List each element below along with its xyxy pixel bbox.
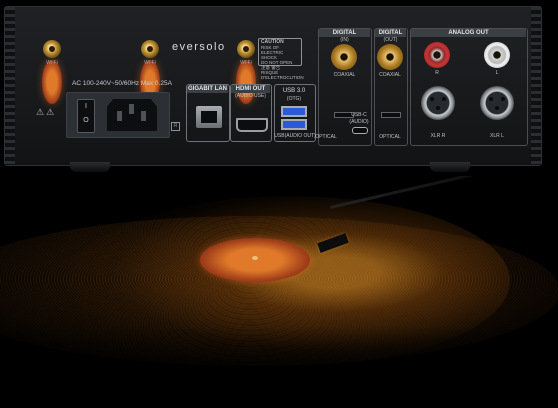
wifi-label: Wi-Fi: [42, 60, 62, 104]
usb-a-port: [281, 119, 307, 130]
hdmi-port: [236, 118, 268, 132]
rca-left-label: L: [495, 70, 499, 76]
record-label: [200, 238, 310, 282]
power-switch: IO: [77, 99, 95, 133]
wifi-antenna-connector: Wi-Fi: [236, 40, 256, 104]
heatsink-fins-left: [5, 7, 15, 165]
spindle: [252, 256, 258, 260]
usb-a-port: [281, 106, 307, 117]
power-spec-text: AC 100-240V~50/60Hz Max 0.25A: [72, 80, 172, 87]
xlr-left-jack: [480, 86, 514, 120]
device-foot: [70, 162, 110, 172]
power-inlet-block: IO: [66, 92, 170, 138]
xlr-right-label: XLR R: [430, 133, 446, 139]
depth-of-field-shadow: [0, 326, 558, 408]
caution-line: RISK OF ELECTRIC SHOCK: [261, 45, 284, 60]
rca-right-jack: [424, 42, 450, 68]
iec-power-socket: [107, 99, 157, 131]
gigabit-lan-label: GIGABIT LAN: [187, 85, 228, 93]
device-foot: [430, 162, 470, 172]
usb3-sub-label: (OTG): [286, 96, 302, 102]
warning-icon: ⚠⚠: [36, 107, 57, 117]
digital-in-label: DIGITAL: [319, 29, 370, 37]
coaxial-in-jack: [331, 44, 357, 70]
usb-c-label: USB-C: [351, 112, 367, 118]
rca-left-jack: [484, 42, 510, 68]
turntable-photo: [0, 176, 558, 408]
usb3-label: USB 3.0: [282, 88, 306, 94]
optical-out-label: OPTICAL: [379, 134, 401, 140]
hdmi-sub-label: (AUDIO USE): [235, 93, 266, 99]
coaxial-out-jack: [377, 44, 403, 70]
caution-label: CAUTION RISK OF ELECTRIC SHOCK DO NOT OP…: [258, 38, 304, 80]
digital-out-sub-label: (OUT): [383, 37, 398, 43]
rca-right-label: R: [435, 70, 439, 76]
coaxial-out-label: COAXIAL: [379, 72, 401, 78]
usb-c-port: [352, 127, 368, 134]
hdmi-out-label: HDMI OUT: [231, 85, 270, 93]
wifi-antenna-connector: Wi-Fi: [140, 40, 160, 104]
ethernet-port: [196, 106, 222, 128]
coaxial-in-label: COAXIAL: [333, 72, 356, 78]
digital-in-sub-label: (IN): [340, 37, 349, 43]
usb-c-sub-label: (AUDIO): [349, 119, 369, 125]
optical-out-port: [381, 112, 401, 118]
product-image: Wi-Fi Wi-Fi Wi-Fi eversolo CAUTION RISK …: [0, 0, 558, 408]
xlr-left-label: XLR L: [490, 133, 504, 139]
digital-out-label: DIGITAL: [375, 29, 406, 37]
optical-in-label: OPTICAL: [315, 134, 337, 140]
certification-mark: R: [171, 122, 180, 131]
analog-out-label: ANALOG OUT: [411, 29, 526, 37]
xlr-right-jack: [421, 86, 455, 120]
caution-line: RISQUE D'ELECTROCUTION: [261, 70, 304, 80]
heatsink-fins-right: [531, 7, 541, 165]
wifi-antenna-connector: Wi-Fi: [42, 40, 62, 104]
brand-logo: eversolo: [172, 41, 226, 53]
